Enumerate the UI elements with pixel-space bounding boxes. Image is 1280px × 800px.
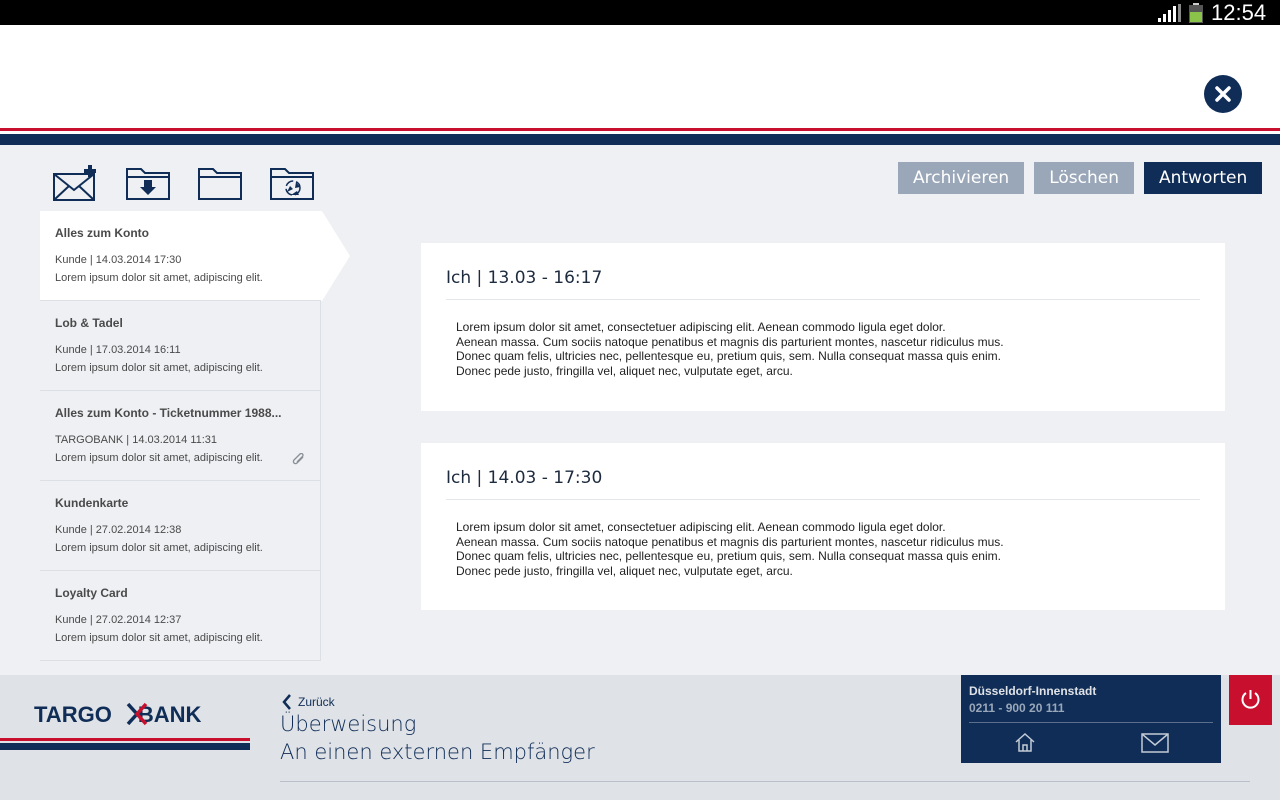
message-subject: Alles zum Konto - Ticketnummer 1988... (55, 406, 282, 420)
thread-message-line: Aenean massa. Cum sociis natoque penatib… (456, 534, 1004, 549)
thread-message-body: Lorem ipsum dolor sit amet, consectetuer… (446, 500, 1200, 578)
clock: 12:54 (1211, 0, 1267, 25)
message-meta: TARGOBANK | 14.03.2014 11:31 (55, 434, 218, 446)
folder-toolbar (40, 155, 328, 211)
selected-item-pointer (321, 211, 350, 301)
battery-icon (1189, 3, 1203, 23)
list-item[interactable]: Lob & Tadel Kunde | 17.03.2014 16:11 Lor… (40, 301, 321, 391)
home-icon[interactable] (1014, 732, 1036, 752)
logo-stripe-red (0, 738, 250, 741)
list-item[interactable]: Loyalty Card Kunde | 27.02.2014 12:37 Lo… (40, 571, 321, 661)
header (0, 25, 1280, 135)
thread-message-title: Ich | 13.03 - 16:17 (446, 268, 1200, 300)
message-subject: Loyalty Card (55, 586, 128, 600)
nav-subtitle[interactable]: An einen externen Empfänger (280, 740, 595, 764)
paperclip-icon (292, 453, 304, 465)
inbox-folder-button[interactable] (112, 155, 184, 211)
message-preview: Lorem ipsum dolor sit amet, adipiscing e… (55, 362, 263, 374)
message-subject: Kundenkarte (55, 496, 129, 510)
thread-message-body: Lorem ipsum dolor sit amet, consectetuer… (446, 300, 1200, 378)
thread-message-line: Donec quam felis, ultricies nec, pellent… (456, 349, 1001, 363)
branch-divider (969, 722, 1213, 723)
thread-message-title: Ich | 14.03 - 17:30 (446, 468, 1200, 500)
header-stripe-red (0, 128, 1280, 131)
new-message-button[interactable] (40, 155, 112, 211)
message-meta: Kunde | 27.02.2014 12:38 (55, 524, 182, 536)
status-bar: 12:54 (0, 0, 1280, 25)
close-button[interactable] (1204, 75, 1242, 113)
mailbox-area: Archivieren Löschen Antworten Alles zum … (0, 145, 1280, 675)
close-icon (1215, 86, 1231, 102)
thread-message-line: Aenean massa. Cum sociis natoque penatib… (456, 334, 1004, 349)
thread-message-line: Donec pede justo, fringilla vel, aliquet… (456, 363, 793, 378)
message-preview: Lorem ipsum dolor sit amet, adipiscing e… (55, 452, 263, 464)
message-preview: Lorem ipsum dolor sit amet, adipiscing e… (55, 272, 263, 284)
list-item[interactable]: Alles zum Konto - Ticketnummer 1988... T… (40, 391, 321, 481)
back-label: Zurück (298, 695, 335, 709)
branch-box: Düsseldorf-Innenstadt 0211 - 900 20 111 (961, 675, 1221, 763)
message-meta: Kunde | 17.03.2014 16:11 (55, 344, 181, 356)
footer-divider (280, 781, 1250, 782)
thread-message-line: Donec pede justo, fringilla vel, aliquet… (456, 563, 793, 578)
nav-title[interactable]: Überweisung (280, 712, 416, 736)
thread-message-line: Lorem ipsum dolor sit amet, consectetuer… (456, 320, 946, 334)
list-item[interactable]: Alles zum Konto Kunde | 14.03.2014 17:30… (40, 211, 321, 301)
archive-button[interactable]: Archivieren (898, 162, 1025, 194)
thread-message: Ich | 14.03 - 17:30 Lorem ipsum dolor si… (421, 443, 1225, 610)
reply-button[interactable]: Antworten (1143, 162, 1263, 194)
new-message-icon (53, 165, 96, 201)
inbox-folder-icon (126, 168, 170, 200)
logo-stripe-blue (0, 743, 250, 750)
message-list: Alles zum Konto Kunde | 14.03.2014 17:30… (40, 211, 321, 675)
branch-name: Düsseldorf-Innenstadt (969, 684, 1097, 698)
folder-button[interactable] (184, 155, 256, 211)
back-link[interactable]: Zurück (282, 693, 335, 711)
message-meta: Kunde | 27.02.2014 12:37 (55, 614, 182, 626)
logo-x-icon (126, 702, 148, 726)
message-subject: Alles zum Konto (55, 226, 150, 240)
thread-message-line: Lorem ipsum dolor sit amet, consectetuer… (456, 520, 946, 534)
message-preview: Lorem ipsum dolor sit amet, adipiscing e… (55, 542, 263, 554)
thread-message-line: Donec quam felis, ultricies nec, pellent… (456, 549, 1001, 563)
logo-text-left: TARGO (34, 702, 112, 727)
power-icon (1241, 690, 1260, 709)
folder-icon (198, 168, 242, 200)
list-item[interactable]: Kundenkarte Kunde | 27.02.2014 12:38 Lor… (40, 481, 321, 571)
chevron-left-icon (282, 694, 291, 710)
action-buttons: Archivieren Löschen Antworten (898, 162, 1263, 194)
signal-icon (1158, 4, 1181, 22)
recycle-folder-icon (270, 168, 314, 200)
message-preview: Lorem ipsum dolor sit amet, adipiscing e… (55, 632, 263, 644)
targobank-logo: TARGO BANK (34, 702, 201, 728)
header-stripe-blue (0, 134, 1280, 145)
message-subject: Lob & Tadel (55, 316, 123, 330)
mail-icon[interactable] (1141, 733, 1169, 753)
message-meta: Kunde | 14.03.2014 17:30 (55, 254, 182, 266)
logout-button[interactable] (1229, 675, 1272, 725)
recycle-folder-button[interactable] (256, 155, 328, 211)
branch-phone[interactable]: 0211 - 900 20 111 (969, 701, 1213, 715)
delete-button[interactable]: Löschen (1034, 162, 1134, 194)
logo-area[interactable]: TARGO BANK (0, 675, 250, 800)
thread-message: Ich | 13.03 - 16:17 Lorem ipsum dolor si… (421, 243, 1225, 411)
